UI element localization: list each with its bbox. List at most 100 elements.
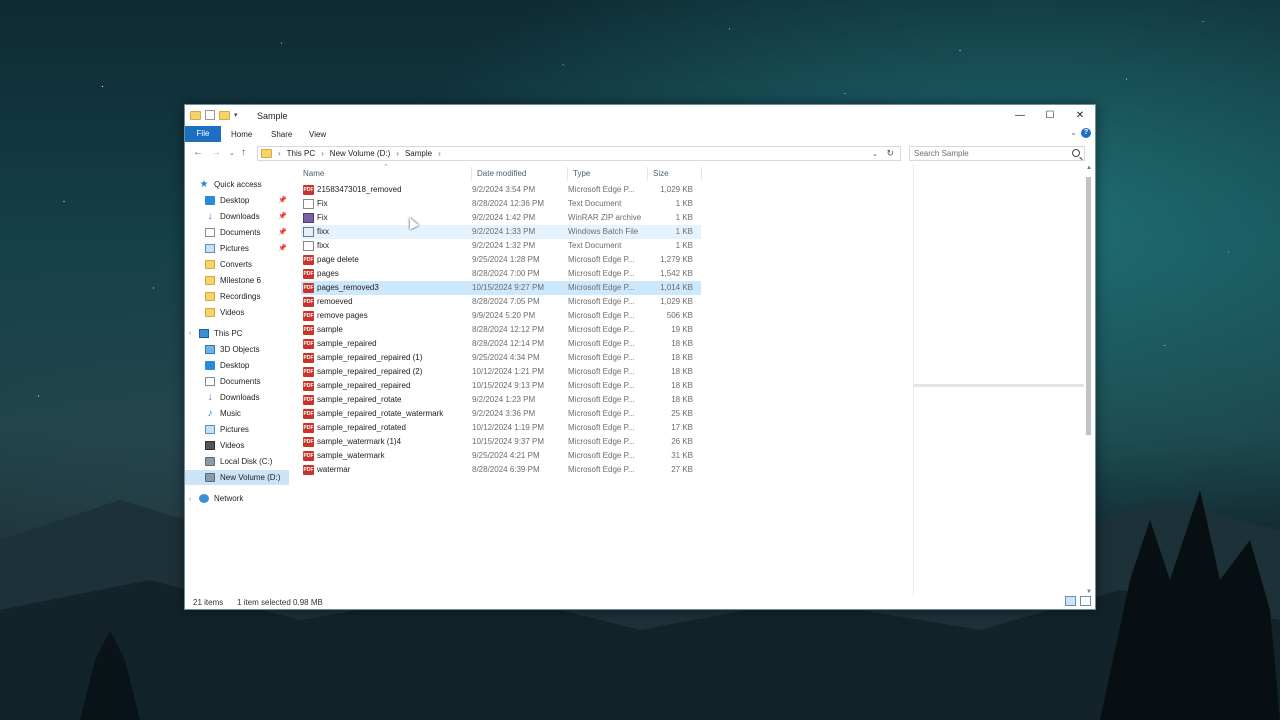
column-header-date-modified[interactable]: Date modified [477,169,526,178]
expand-chevron-icon[interactable]: › [189,330,191,337]
scroll-up-icon[interactable]: ▲ [1085,165,1093,171]
table-row[interactable]: PDF pages 8/28/2024 7:00 PM Microsoft Edge … [301,267,701,281]
column-divider[interactable] [567,167,568,181]
chevron-right-icon[interactable]: › [396,149,399,158]
help-icon[interactable]: ? [1081,128,1091,138]
column-divider[interactable] [701,167,702,181]
chevron-right-icon[interactable]: › [321,149,324,158]
close-button[interactable]: ✕ [1065,105,1095,126]
address-bar[interactable]: › This PC › New Volume (D:) › Sample › ⌄… [257,146,901,161]
sidebar-item-downloads[interactable]: ↓ Downloads 📌 [205,209,289,224]
file-size: 18 KB [671,395,693,404]
sidebar-item-pc-videos[interactable]: Videos [205,438,289,453]
table-row[interactable]: PDF sample_repaired_repaired (1) 9/25/2024… [301,351,701,365]
table-row[interactable]: PDF watermar 8/28/2024 6:39 PM Microsoft Ed… [301,463,701,477]
tab-file[interactable]: File [185,126,221,142]
sidebar-item-pictures[interactable]: Pictures 📌 [205,241,289,256]
table-row[interactable]: PDF remoeved 8/28/2024 7:05 PM Microsoft Ed… [301,295,701,309]
maximize-button[interactable]: ☐ [1035,105,1065,126]
sidebar-item-music[interactable]: ♪ Music [205,406,289,421]
table-row[interactable]: PDF 21583473018_removed 9/2/2024 3:54 PM Mi… [301,183,701,197]
new-folder-icon[interactable] [219,110,230,120]
vertical-scrollbar[interactable]: ▲ ▼ [1085,165,1093,595]
sidebar-item-label: Recordings [220,292,261,301]
customize-toolbar-icon[interactable]: ▾ [234,111,238,119]
pdf-file-icon: PDF [303,423,314,433]
back-arrow-icon[interactable]: ← [193,147,203,158]
address-dropdown-icon[interactable]: ⌄ [872,150,878,158]
sidebar-item-milestone-6[interactable]: Milestone 6 [205,273,289,288]
column-header-name[interactable]: Name [303,169,324,178]
download-icon: ↓ [207,211,213,222]
forward-arrow-icon[interactable]: → [211,147,221,158]
table-row[interactable]: PDF sample_repaired 8/28/2024 12:14 PM Micr… [301,337,701,351]
table-row[interactable]: PDF sample_watermark 9/25/2024 4:21 PM Micr… [301,449,701,463]
preview-pane-divider[interactable] [913,165,914,595]
sidebar-item-videos[interactable]: Videos [205,305,289,320]
sidebar-item-pc-downloads[interactable]: ↓ Downloads [205,390,289,405]
table-row[interactable]: PDF sample_repaired_repaired (2) 10/12/202… [301,365,701,379]
sidebar-item-network[interactable]: Network [199,491,289,506]
tab-view[interactable]: View [309,128,326,142]
date-modified: 10/15/2024 9:37 PM [472,437,545,446]
table-row[interactable]: PDF pages_removed3 10/15/2024 9:27 PM Micro… [301,281,701,295]
table-row[interactable]: PDF sample_repaired_rotate_watermark 9/2/2… [301,407,701,421]
window-title: Sample [257,111,288,121]
table-row[interactable]: PDF remove pages 9/9/2024 5:20 PM Microsoft… [301,309,701,323]
column-divider[interactable] [647,167,648,181]
sidebar-item-local-disk-c[interactable]: Local Disk (C:) [205,454,289,469]
date-modified: 10/15/2024 9:13 PM [472,381,545,390]
sidebar-item-documents[interactable]: Documents 📌 [205,225,289,240]
table-row[interactable]: Fix 8/28/2024 12:36 PM Text Document 1 KB [301,197,701,211]
file-name: Fix [317,199,328,208]
sidebar-item-this-pc[interactable]: This PC [199,326,289,341]
pdf-file-icon: PDF [303,381,314,391]
table-row[interactable]: PDF sample_repaired_rotated 10/12/2024 1:1… [301,421,701,435]
file-type: Microsoft Edge P... [568,423,635,432]
large-icons-view-icon[interactable] [1080,596,1091,606]
search-input[interactable]: Search Sample [909,146,1085,161]
pin-icon: 📌 [278,197,287,204]
sidebar-item-pc-desktop[interactable]: Desktop [205,358,289,373]
tab-home[interactable]: Home [231,128,252,142]
table-row[interactable]: Fix 9/2/2024 1:42 PM WinRAR ZIP archive 1 K… [301,211,701,225]
file-name: fixx [317,241,329,250]
table-row[interactable]: PDF sample_watermark (1)4 10/15/2024 9:37 … [301,435,701,449]
column-divider[interactable] [471,167,472,181]
details-view-icon[interactable] [1065,596,1076,606]
recent-locations-icon[interactable]: ⌄ [229,149,235,157]
tab-share[interactable]: Share [271,128,292,142]
column-header-size[interactable]: Size [653,169,669,178]
chevron-right-icon[interactable]: › [278,149,281,158]
table-row[interactable]: fixx 9/2/2024 1:32 PM Text Document 1 KB [301,239,701,253]
file-name: fixx [317,227,329,236]
sidebar-item-pc-documents[interactable]: Documents [205,374,289,389]
breadcrumb-sample[interactable]: Sample [405,149,432,158]
sidebar-item-3d-objects[interactable]: 3D Objects [205,342,289,357]
minimize-button[interactable]: — [1005,105,1035,126]
table-row[interactable]: PDF sample_repaired_repaired 10/15/2024 9:… [301,379,701,393]
up-arrow-icon[interactable]: ↑ [241,147,246,158]
refresh-icon[interactable]: ↻ [886,148,894,159]
file-size: 1,014 KB [660,283,693,292]
scrollbar-thumb[interactable] [1086,177,1091,435]
breadcrumb-new-volume[interactable]: New Volume (D:) [330,149,390,158]
sidebar-item-new-volume-d[interactable]: New Volume (D:) [185,470,289,485]
sidebar-item-desktop[interactable]: Desktop 📌 [205,193,289,208]
sidebar-item-pc-pictures[interactable]: Pictures [205,422,289,437]
table-row[interactable]: fixx 9/2/2024 1:33 PM Windows Batch File 1 … [301,225,701,239]
chevron-right-icon[interactable]: › [438,149,441,158]
sidebar-item-recordings[interactable]: Recordings [205,289,289,304]
table-row[interactable]: PDF sample 8/28/2024 12:12 PM Microsoft Edg… [301,323,701,337]
table-row[interactable]: PDF sample_repaired_rotate 9/2/2024 1:23 P… [301,393,701,407]
column-header-type[interactable]: Type [573,169,590,178]
expand-chevron-icon[interactable]: › [189,496,191,503]
expand-ribbon-icon[interactable]: ⌄ [1070,128,1077,137]
properties-icon[interactable] [205,110,215,120]
breadcrumb-this-pc[interactable]: This PC [287,149,315,158]
table-row[interactable]: PDF page delete 9/25/2024 1:28 PM Microsoft… [301,253,701,267]
sidebar-item-quick-access[interactable]: ★ Quick access [199,177,303,192]
file-name: watermar [317,465,351,474]
sidebar-item-converts[interactable]: Converts [205,257,289,272]
date-modified: 10/12/2024 1:19 PM [472,423,545,432]
